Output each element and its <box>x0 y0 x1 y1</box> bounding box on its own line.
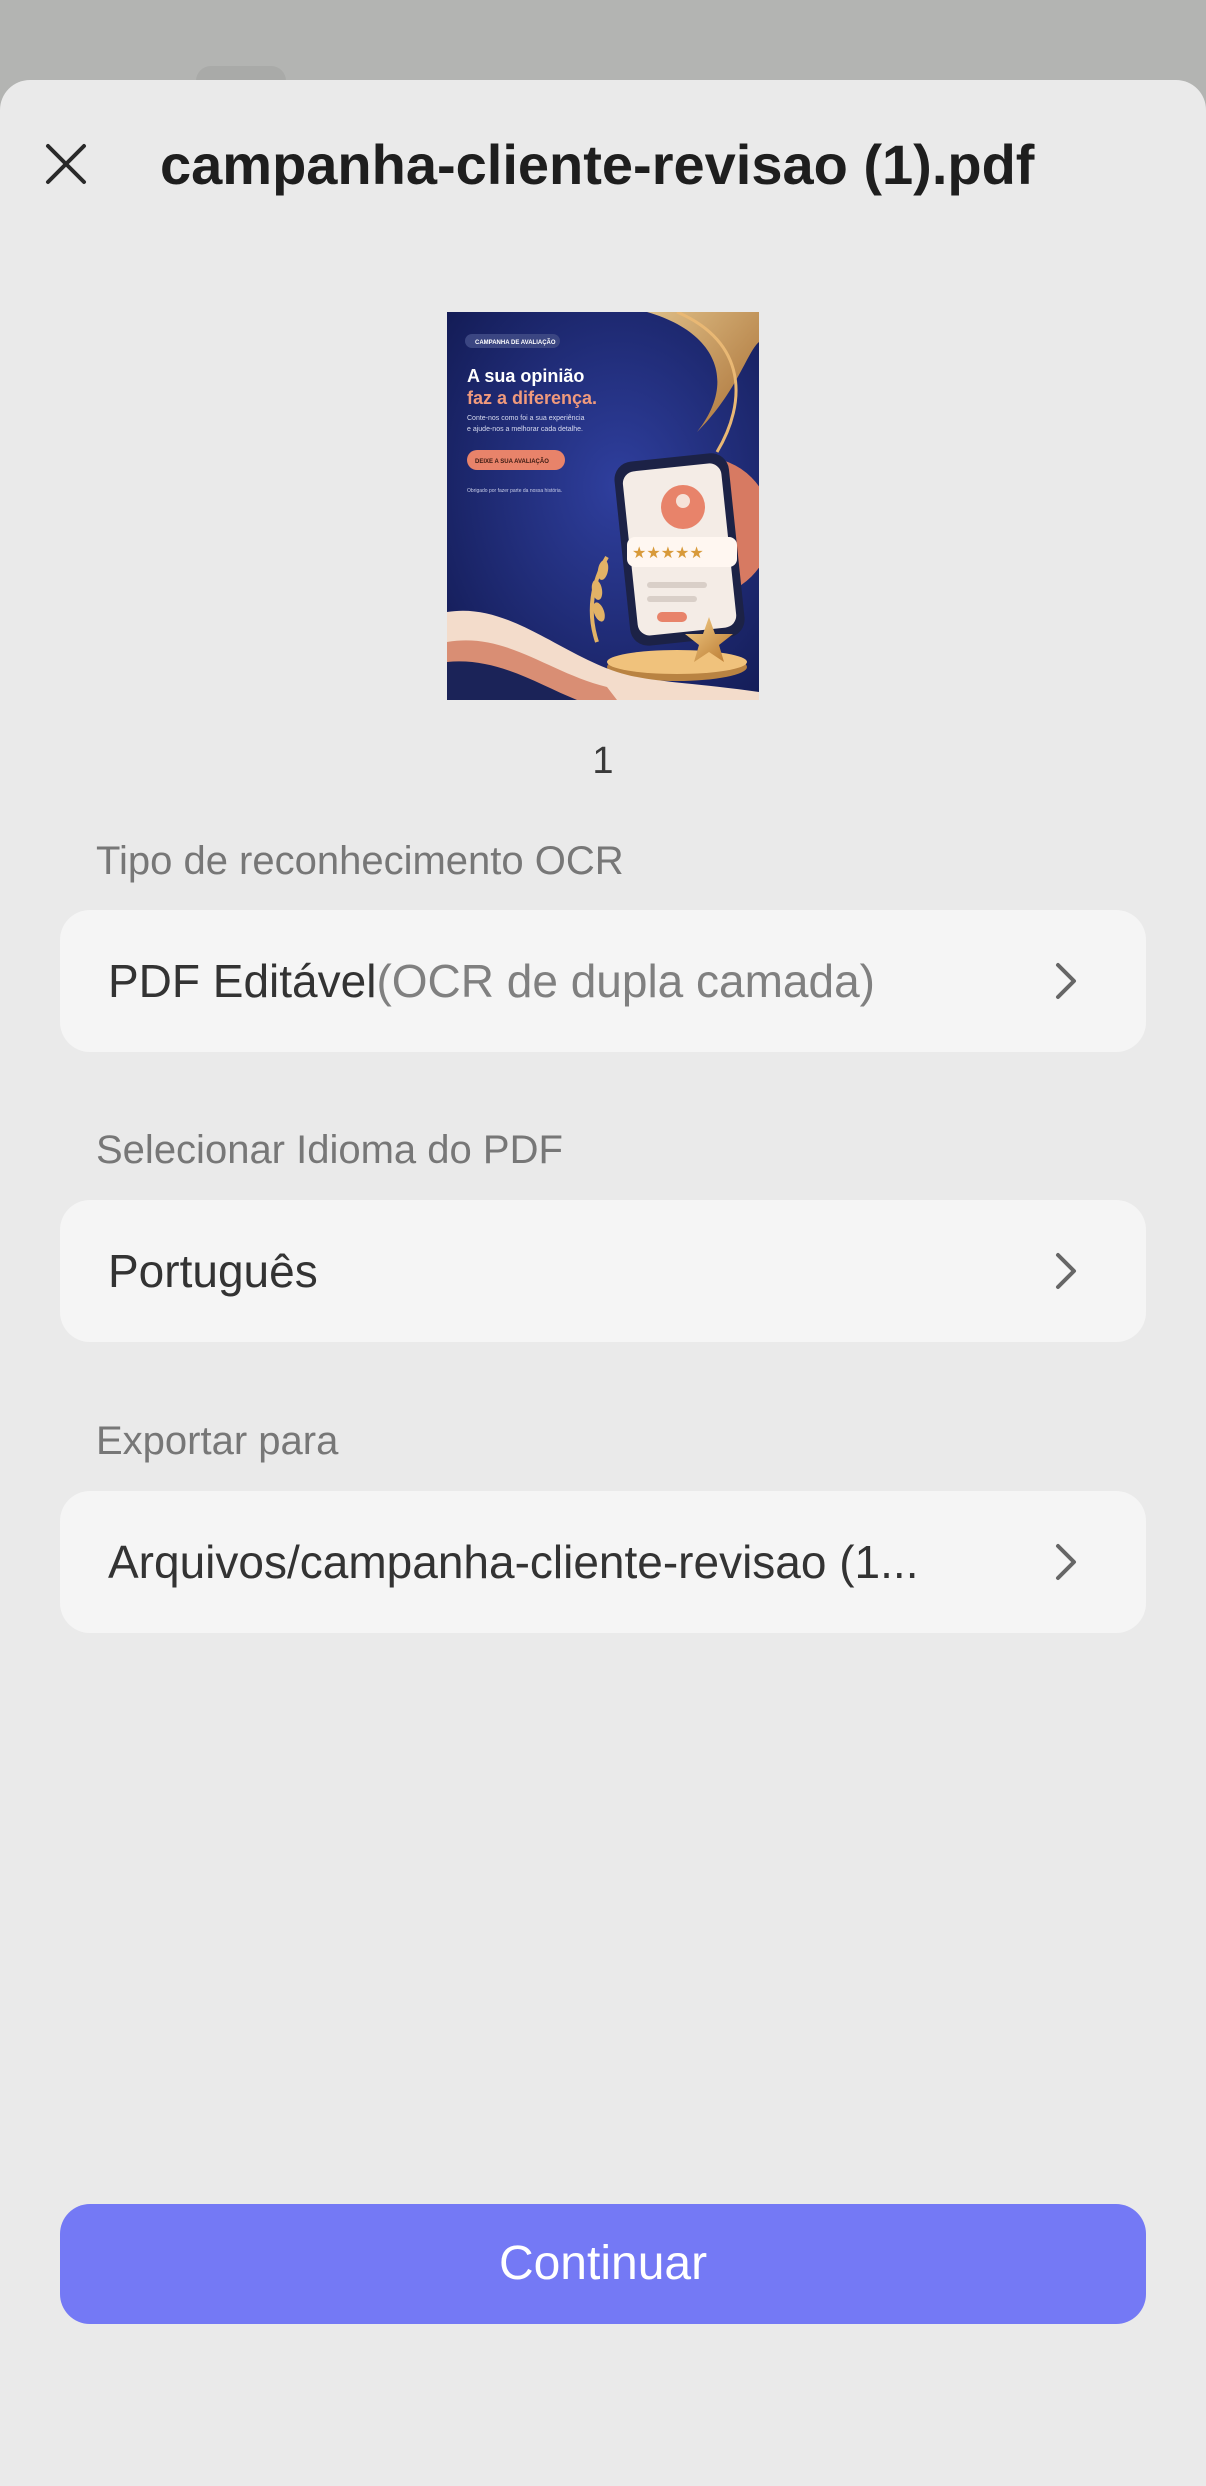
chevron-right-icon <box>1056 963 1076 999</box>
export-path-value: Arquivos/campanha-cliente-revisao (1... <box>108 1536 919 1588</box>
continue-button[interactable]: Continuar <box>60 2204 1146 2324</box>
ocr-type-main: PDF Editável <box>108 955 377 1007</box>
language-label: Selecionar Idioma do PDF <box>96 1128 563 1172</box>
language-selector[interactable]: Português <box>60 1200 1146 1342</box>
thumbnail-body-1: Conte-nos como foi a sua experiência <box>467 415 585 422</box>
thumbnail-badge: CAMPANHA DE AVALIAÇÃO <box>475 339 556 346</box>
ocr-type-selector[interactable]: PDF Editável(OCR de dupla camada) <box>60 910 1146 1052</box>
thumbnail-footer: Obrigado por fazer parte da nossa histór… <box>467 488 562 494</box>
ocr-type-value: PDF Editável(OCR de dupla camada) <box>108 910 1038 1052</box>
thumbnail-artwork: CAMPANHA DE AVALIAÇÃO A sua opinião faz … <box>447 312 759 700</box>
chevron-right-icon <box>1056 1253 1076 1289</box>
page-number: 1 <box>592 740 614 782</box>
ocr-type-sub: (OCR de dupla camada) <box>376 955 876 1007</box>
thumbnail-body-2: e ajude-nos a melhorar cada detalhe. <box>467 426 583 433</box>
thumbnail-rating-stars: ★★★★★ <box>632 543 704 562</box>
ocr-bottom-sheet: campanha-cliente-revisao (1).pdf CAMPANH… <box>0 80 1206 2486</box>
language-value: Português <box>108 1245 318 1297</box>
thumbnail-cta: DEIXE A SUA AVALIAÇÃO <box>475 458 549 465</box>
close-button[interactable] <box>34 132 98 196</box>
thumbnail-headline-1: A sua opinião <box>467 366 584 386</box>
pdf-page-thumbnail[interactable]: CAMPANHA DE AVALIAÇÃO A sua opinião faz … <box>447 312 759 700</box>
chevron-right-icon <box>1056 1544 1076 1580</box>
close-icon <box>46 144 86 184</box>
export-label: Exportar para <box>96 1419 339 1463</box>
thumbnail-headline-2: faz a diferença. <box>467 388 597 408</box>
document-title: campanha-cliente-revisao (1).pdf <box>160 133 1035 196</box>
ocr-type-label: Tipo de reconhecimento OCR <box>96 839 624 883</box>
export-path-selector[interactable]: Arquivos/campanha-cliente-revisao (1... <box>60 1491 1146 1633</box>
